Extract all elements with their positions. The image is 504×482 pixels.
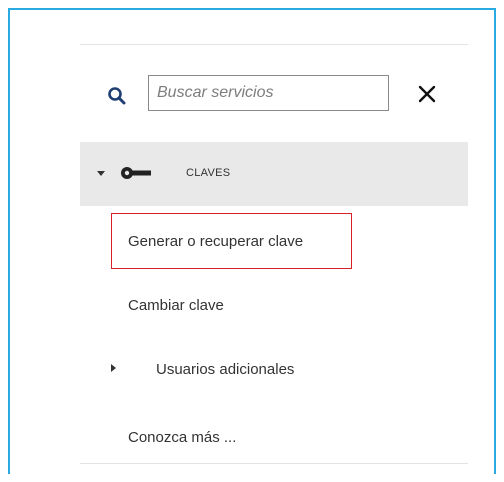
- caret-right-icon[interactable]: [111, 364, 116, 372]
- menu-item-label: Conozca más ...: [128, 429, 237, 446]
- menu-item-conozca-mas[interactable]: Conozca más ...: [80, 418, 468, 458]
- menu-item-usuarios-adicionales[interactable]: Usuarios adicionales: [80, 350, 468, 390]
- search-input[interactable]: [148, 75, 389, 111]
- menu-item-label: Usuarios adicionales: [156, 361, 295, 378]
- search-icon[interactable]: [107, 86, 127, 106]
- bottom-divider: [80, 463, 468, 464]
- section-claves-header[interactable]: CLAVES: [80, 142, 468, 206]
- caret-down-icon: [97, 171, 105, 176]
- menu-item-generar-recuperar-clave[interactable]: Generar o recuperar clave: [80, 222, 468, 262]
- top-divider: [80, 44, 468, 45]
- menu-item-cambiar-clave[interactable]: Cambiar clave: [80, 286, 468, 326]
- search-bar: [80, 66, 468, 122]
- menu-item-label: Generar o recuperar clave: [128, 233, 304, 250]
- section-label: CLAVES: [186, 167, 231, 179]
- menu-item-label: Cambiar clave: [128, 297, 224, 314]
- close-icon[interactable]: [418, 85, 436, 103]
- key-icon: [121, 167, 151, 179]
